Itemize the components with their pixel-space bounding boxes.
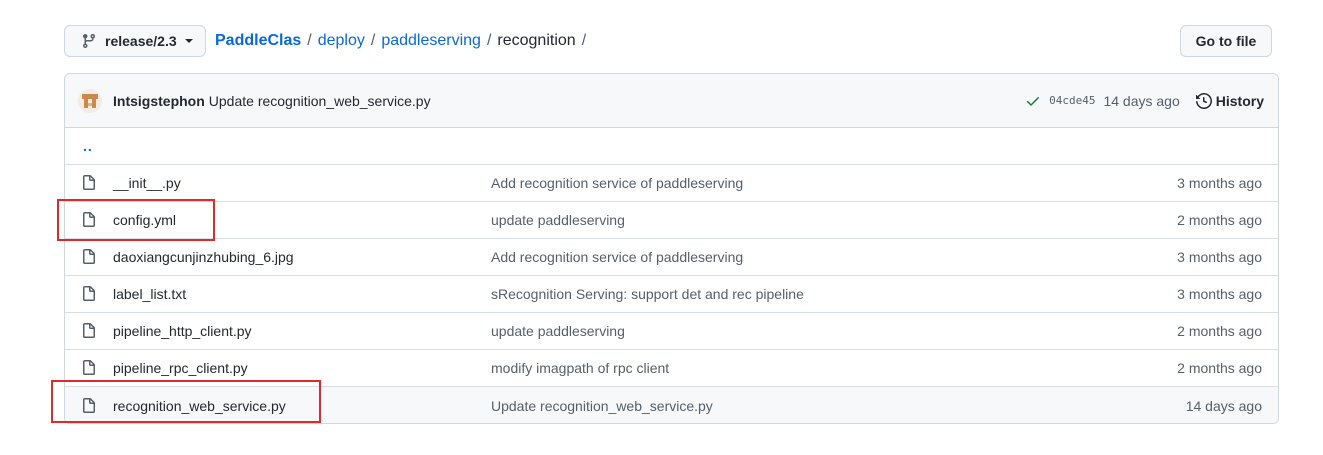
breadcrumb-paddleserving-link[interactable]: paddleserving [381, 32, 481, 50]
file-age: 14 days ago [1185, 397, 1262, 414]
breadcrumb-separator: / [370, 32, 376, 49]
commit-meta: 04cde45 14 days ago History [1025, 92, 1264, 109]
history-link[interactable]: History [1195, 92, 1264, 109]
go-to-file-button[interactable]: Go to file [1180, 25, 1272, 57]
file-name-link[interactable]: daoxiangcunjinzhubing_6.jpg [113, 249, 294, 265]
file-commit-link[interactable]: modify imagpath of rpc client [491, 360, 669, 376]
commit-author-link[interactable]: Intsigstephon [113, 93, 205, 109]
breadcrumb-current: recognition [497, 32, 576, 49]
file-commit-link[interactable]: Add recognition service of paddleserving [491, 175, 743, 191]
file-row: pipeline_rpc_client.py modify imagpath o… [65, 350, 1278, 387]
file-row: __init__.py Add recognition service of p… [65, 165, 1278, 202]
file-age: 2 months ago [1177, 360, 1262, 376]
file-icon [81, 323, 97, 339]
file-icon [81, 175, 97, 191]
file-name-link[interactable]: config.yml [113, 212, 176, 228]
check-icon[interactable] [1025, 93, 1041, 109]
file-row: config.yml update paddleserving 2 months… [65, 202, 1278, 239]
file-age: 3 months ago [1177, 249, 1262, 265]
file-name-link[interactable]: pipeline_rpc_client.py [113, 360, 248, 376]
caret-down-icon [184, 39, 193, 43]
latest-commit-bar: Intsigstephon Update recognition_web_ser… [65, 74, 1278, 128]
breadcrumb-separator: / [307, 32, 312, 49]
file-age: 2 months ago [1177, 212, 1262, 228]
file-row: recognition_web_service.py Update recogn… [65, 387, 1278, 423]
parent-directory-link[interactable]: .. [83, 138, 93, 154]
file-commit-link[interactable]: update paddleserving [491, 323, 625, 339]
file-row: label_list.txt sRecognition Serving: sup… [65, 276, 1278, 313]
branch-label: release/2.3 [105, 33, 177, 49]
file-name-link[interactable]: __init__.py [113, 175, 181, 191]
file-commit-link[interactable]: Add recognition service of paddleserving [491, 249, 743, 265]
branch-selector-button[interactable]: release/2.3 [64, 25, 206, 57]
file-age: 3 months ago [1177, 286, 1262, 302]
file-icon [81, 212, 97, 228]
git-branch-icon [81, 33, 97, 49]
avatar[interactable] [78, 88, 102, 113]
commit-sha-link[interactable]: 04cde45 [1049, 94, 1095, 107]
breadcrumb-separator: / [486, 32, 492, 49]
file-commit-link[interactable]: Update recognition_web_service.py [491, 398, 713, 414]
file-row: pipeline_http_client.py update paddleser… [65, 313, 1278, 350]
repo-navigation-bar: release/2.3 PaddleClas / deploy / paddle… [64, 25, 1272, 57]
breadcrumb: PaddleClas / deploy / paddleserving / re… [215, 25, 592, 57]
file-row: daoxiangcunjinzhubing_6.jpg Add recognit… [65, 239, 1278, 276]
file-commit-link[interactable]: sRecognition Serving: support det and re… [491, 286, 804, 302]
file-browser: Intsigstephon Update recognition_web_ser… [64, 73, 1279, 424]
file-icon [81, 397, 97, 414]
breadcrumb-repo-link[interactable]: PaddleClas [215, 32, 301, 50]
file-age: 3 months ago [1177, 175, 1262, 191]
file-icon [81, 286, 97, 302]
file-commit-link[interactable]: update paddleserving [491, 212, 625, 228]
breadcrumb-separator: / [581, 32, 587, 49]
history-icon [1195, 92, 1212, 109]
file-icon [81, 360, 97, 376]
file-icon [81, 249, 97, 265]
file-age: 2 months ago [1177, 323, 1262, 339]
file-name-link[interactable]: recognition_web_service.py [113, 398, 286, 414]
commit-age: 14 days ago [1103, 92, 1180, 109]
breadcrumb-deploy-link[interactable]: deploy [318, 32, 365, 50]
file-name-link[interactable]: label_list.txt [113, 286, 186, 302]
parent-directory-row: .. [65, 128, 1278, 165]
file-name-link[interactable]: pipeline_http_client.py [113, 323, 252, 339]
commit-message-link[interactable]: Update recognition_web_service.py [209, 93, 431, 109]
history-label: History [1215, 92, 1264, 109]
